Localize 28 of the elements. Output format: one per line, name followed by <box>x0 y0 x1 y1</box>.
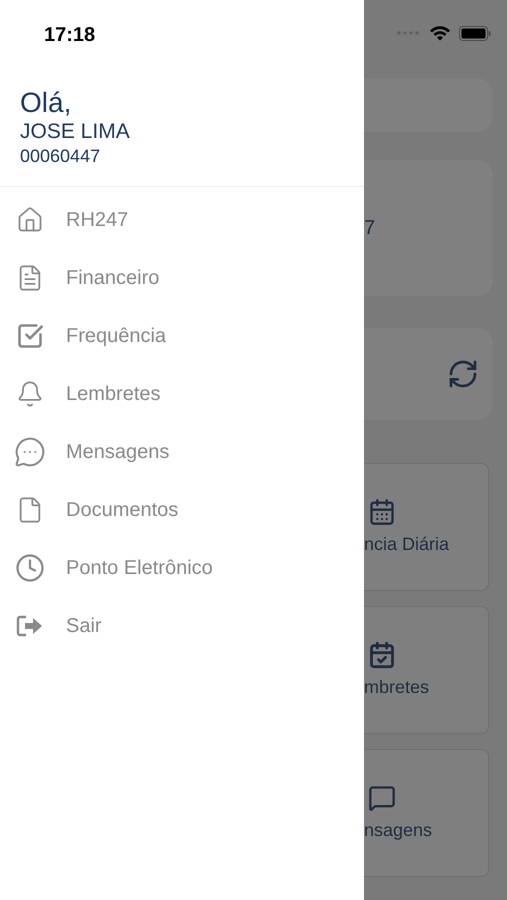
menu-item[interactable]: Lembretes <box>0 365 364 423</box>
menu-tile[interactable]: nsagens <box>364 749 489 877</box>
menu-item[interactable]: Mensagens <box>0 423 364 481</box>
checkbox-icon <box>16 322 44 350</box>
menu-item[interactable]: Frequência <box>0 307 364 365</box>
refresh-icon <box>447 358 479 390</box>
menu-item[interactable]: RH247 <box>0 191 364 249</box>
exit-icon <box>16 614 44 638</box>
user-name: JOSE LIMA <box>20 120 131 144</box>
greeting: Olá, <box>20 86 72 120</box>
clock-icon <box>15 553 45 583</box>
calendar-check-icon <box>368 640 396 668</box>
menu-item[interactable]: Documentos <box>0 481 364 539</box>
card-text: 7 <box>364 216 376 241</box>
status-time: 17:18 <box>44 24 96 46</box>
menu-tile[interactable]: ncia Diária <box>364 463 489 591</box>
wifi-icon <box>429 25 451 41</box>
battery-icon <box>459 26 491 40</box>
menu-tile[interactable]: mbretes <box>364 606 489 734</box>
menu-item[interactable]: Sair <box>0 597 364 655</box>
calendar-icon <box>368 498 396 526</box>
menu-item[interactable]: Ponto Eletrônico <box>0 539 364 597</box>
bell-icon <box>16 380 44 408</box>
user-id: 00060447 <box>20 145 102 168</box>
chat-bubble-icon <box>14 436 46 468</box>
menu-item[interactable]: Financeiro <box>0 249 364 307</box>
home-icon <box>16 206 44 234</box>
message-icon <box>368 784 396 812</box>
